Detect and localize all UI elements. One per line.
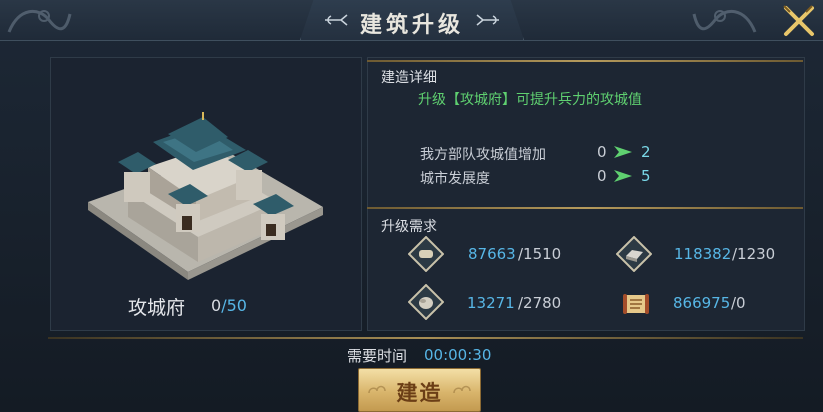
stat-label-siege: 我方部队攻城值增加 bbox=[420, 147, 546, 163]
bottom-divider bbox=[48, 337, 803, 339]
level-max: /50 bbox=[221, 296, 247, 315]
resource-need-2: /1230 bbox=[732, 245, 776, 263]
requirements-divider bbox=[367, 207, 803, 209]
arrow-right-icon bbox=[614, 170, 632, 182]
resource-need-1: /1510 bbox=[518, 245, 562, 263]
building-name: 攻城府 bbox=[128, 297, 186, 319]
stone-icon bbox=[408, 284, 444, 320]
details-section-title: 建造详细 bbox=[381, 70, 437, 86]
close-button[interactable] bbox=[778, 4, 818, 38]
title-bar: 建筑升级 bbox=[0, 0, 823, 41]
title-plate: 建筑升级 bbox=[300, 0, 524, 40]
siege-building-image bbox=[88, 112, 323, 280]
stat-from-development: 0 bbox=[597, 167, 607, 185]
scroll-icon bbox=[408, 236, 444, 272]
build-button[interactable]: 建造 bbox=[358, 368, 481, 412]
resource-have-3: 13271 bbox=[467, 294, 515, 312]
requirements-section-title: 升级需求 bbox=[381, 219, 437, 235]
edict-scroll-icon bbox=[623, 294, 649, 314]
stat-to-development: 5 bbox=[641, 167, 651, 185]
building-level: 0/50 bbox=[211, 296, 247, 315]
level-current: 0 bbox=[211, 296, 222, 315]
dragon-ornament-icon bbox=[7, 9, 72, 33]
upgrade-panel: 建筑升级 攻城府 0/50 建造详细 升级【攻城府】可提升兵力的攻城值 我方部队… bbox=[0, 0, 823, 412]
resource-have-4: 866975 bbox=[673, 294, 731, 312]
cloud-ornament-icon bbox=[453, 385, 471, 394]
stat-from-siege: 0 bbox=[597, 143, 607, 161]
resource-have-2: 118382 bbox=[674, 245, 732, 263]
resource-need-3: /2780 bbox=[518, 294, 562, 312]
stat-to-siege: 2 bbox=[641, 143, 651, 161]
resource-have-1: 87663 bbox=[468, 245, 516, 263]
dragon-ornament-icon bbox=[692, 9, 757, 33]
title-right-ornament-icon bbox=[476, 14, 499, 26]
iron-ingot-icon bbox=[616, 236, 652, 272]
resource-need-4: /0 bbox=[731, 294, 746, 312]
stat-label-development: 城市发展度 bbox=[420, 171, 490, 187]
time-value: 00:00:30 bbox=[424, 346, 492, 364]
upgrade-description: 升级【攻城府】可提升兵力的攻城值 bbox=[418, 92, 642, 108]
arrow-right-icon bbox=[614, 146, 632, 158]
details-top-divider bbox=[367, 60, 803, 62]
time-label: 需要时间 bbox=[347, 347, 408, 365]
